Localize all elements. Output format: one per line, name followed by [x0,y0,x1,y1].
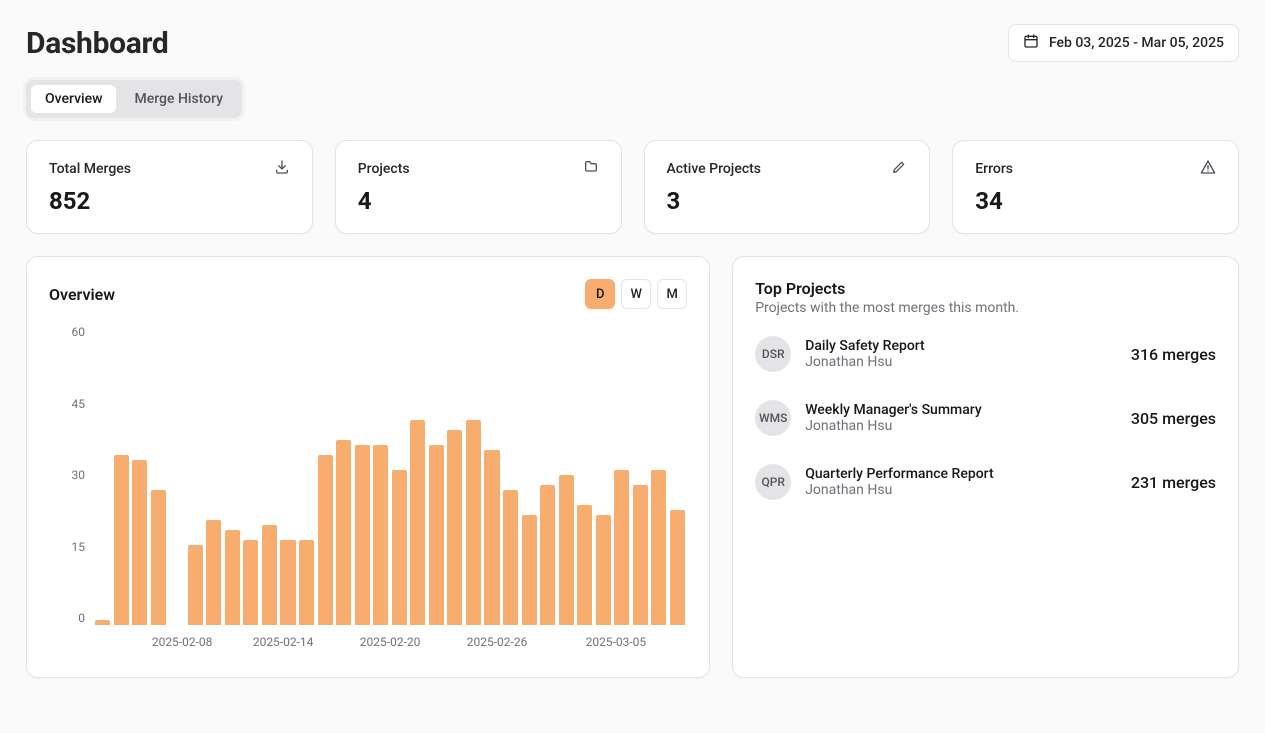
bar [206,520,221,625]
tab-merge-history[interactable]: Merge History [120,85,237,113]
y-tick: 30 [72,468,86,482]
bar [614,470,629,625]
bar [225,530,240,625]
overview-chart-card: Overview DWM 604530150 2025-02-082025-02… [26,256,710,678]
chart-plot [93,325,687,625]
x-tick: 2025-02-20 [360,635,421,649]
bar [522,515,537,625]
bar [336,440,351,625]
pencil-icon [891,159,907,179]
stat-value: 34 [975,187,1216,215]
project-merge-count: 316 merges [1131,345,1216,364]
top-projects-list: DSRDaily Safety ReportJonathan Hsu316 me… [755,336,1216,500]
top-projects-card: Top Projects Projects with the most merg… [732,256,1239,678]
project-name: Daily Safety Report [805,338,1117,354]
x-tick: 2025-02-26 [467,635,528,649]
stat-card: Projects 4 [335,140,622,234]
bar [651,470,666,625]
header: Dashboard Feb 03, 2025 - Mar 05, 2025 [26,24,1239,62]
y-tick: 45 [72,397,86,411]
bar [243,540,258,625]
bar [466,420,481,625]
chart-y-axis: 60 45 30 15 0 [49,325,93,625]
bar [355,445,370,625]
project-merge-count: 305 merges [1131,409,1216,428]
folder-icon [583,159,599,179]
stat-value: 4 [358,187,599,215]
stat-card: Total Merges 852 [26,140,313,234]
date-range-label: Feb 03, 2025 - Mar 05, 2025 [1049,35,1224,51]
bar [114,455,129,625]
stat-label: Total Merges [49,161,131,177]
project-merge-count: 231 merges [1131,473,1216,492]
stat-label: Errors [975,161,1013,177]
project-info: Weekly Manager's SummaryJonathan Hsu [805,402,1117,434]
download-icon [274,159,290,179]
bar [540,485,555,625]
chart-x-axis: 2025-02-08 2025-02-14 2025-02-20 2025-02-26… [93,629,687,655]
avatar: QPR [755,464,791,500]
bar [633,485,648,625]
stat-value: 3 [667,187,908,215]
bar [503,490,518,625]
bar [188,545,203,625]
project-owner: Jonathan Hsu [805,418,1117,434]
bar [280,540,295,625]
bar [484,450,499,625]
chart-title: Overview [49,285,115,304]
bar [670,510,685,625]
y-tick: 15 [72,540,86,554]
project-name: Quarterly Performance Report [805,466,1117,482]
alert-icon [1200,159,1216,179]
bar [373,445,388,625]
bar [559,475,574,625]
bar [429,445,444,625]
interval-group: DWM [585,279,687,309]
bar [262,525,277,625]
stat-card: Active Projects 3 [644,140,931,234]
bar [318,455,333,625]
calendar-icon [1023,33,1039,53]
stat-value: 852 [49,187,290,215]
main-grid: Overview DWM 604530150 2025-02-082025-02… [26,256,1239,678]
page-title: Dashboard [26,26,169,61]
interval-m-button[interactable]: M [657,279,687,309]
project-info: Quarterly Performance ReportJonathan Hsu [805,466,1117,498]
project-info: Daily Safety ReportJonathan Hsu [805,338,1117,370]
top-projects-subtitle: Projects with the most merges this month… [755,300,1216,316]
project-name: Weekly Manager's Summary [805,402,1117,418]
chart-box: 60 45 30 15 0 2025-02-08 2025-02-14 2025-02-20… [49,325,687,655]
bar [151,490,166,625]
bar [299,540,314,625]
bar [596,515,611,625]
bar [95,620,110,625]
interval-w-button[interactable]: W [621,279,651,309]
project-row[interactable]: DSR Daily Safety ReportJonathan Hsu 316 me… [755,336,1216,372]
interval-d-button[interactable]: D [585,279,615,309]
avatar: DSR [755,336,791,372]
project-owner: Jonathan Hsu [805,354,1117,370]
bar [410,420,425,625]
bar [577,505,592,625]
bar [447,430,462,625]
date-range-picker[interactable]: Feb 03, 2025 - Mar 05, 2025 [1008,24,1239,62]
view-tabs: OverviewMerge History [26,80,242,118]
stat-label: Active Projects [667,161,762,177]
stat-grid: Total Merges 852 Projects 4 Active Projects 3… [26,140,1239,234]
project-row[interactable]: QPR Quarterly Performance ReportJonathan … [755,464,1216,500]
tab-overview[interactable]: Overview [31,85,116,113]
stat-label: Projects [358,161,410,177]
y-tick: 60 [72,325,86,339]
project-row[interactable]: WMS Weekly Manager's SummaryJonathan Hsu 3… [755,400,1216,436]
avatar: WMS [755,400,791,436]
x-tick: 2025-02-14 [253,635,314,649]
project-owner: Jonathan Hsu [805,482,1117,498]
x-tick: 2025-02-08 [152,635,213,649]
bar [132,460,147,625]
stat-card: Errors 34 [952,140,1239,234]
y-tick: 0 [78,611,85,625]
bar [392,470,407,625]
top-projects-title: Top Projects [755,279,1216,298]
x-tick: 2025-03-05 [586,635,647,649]
